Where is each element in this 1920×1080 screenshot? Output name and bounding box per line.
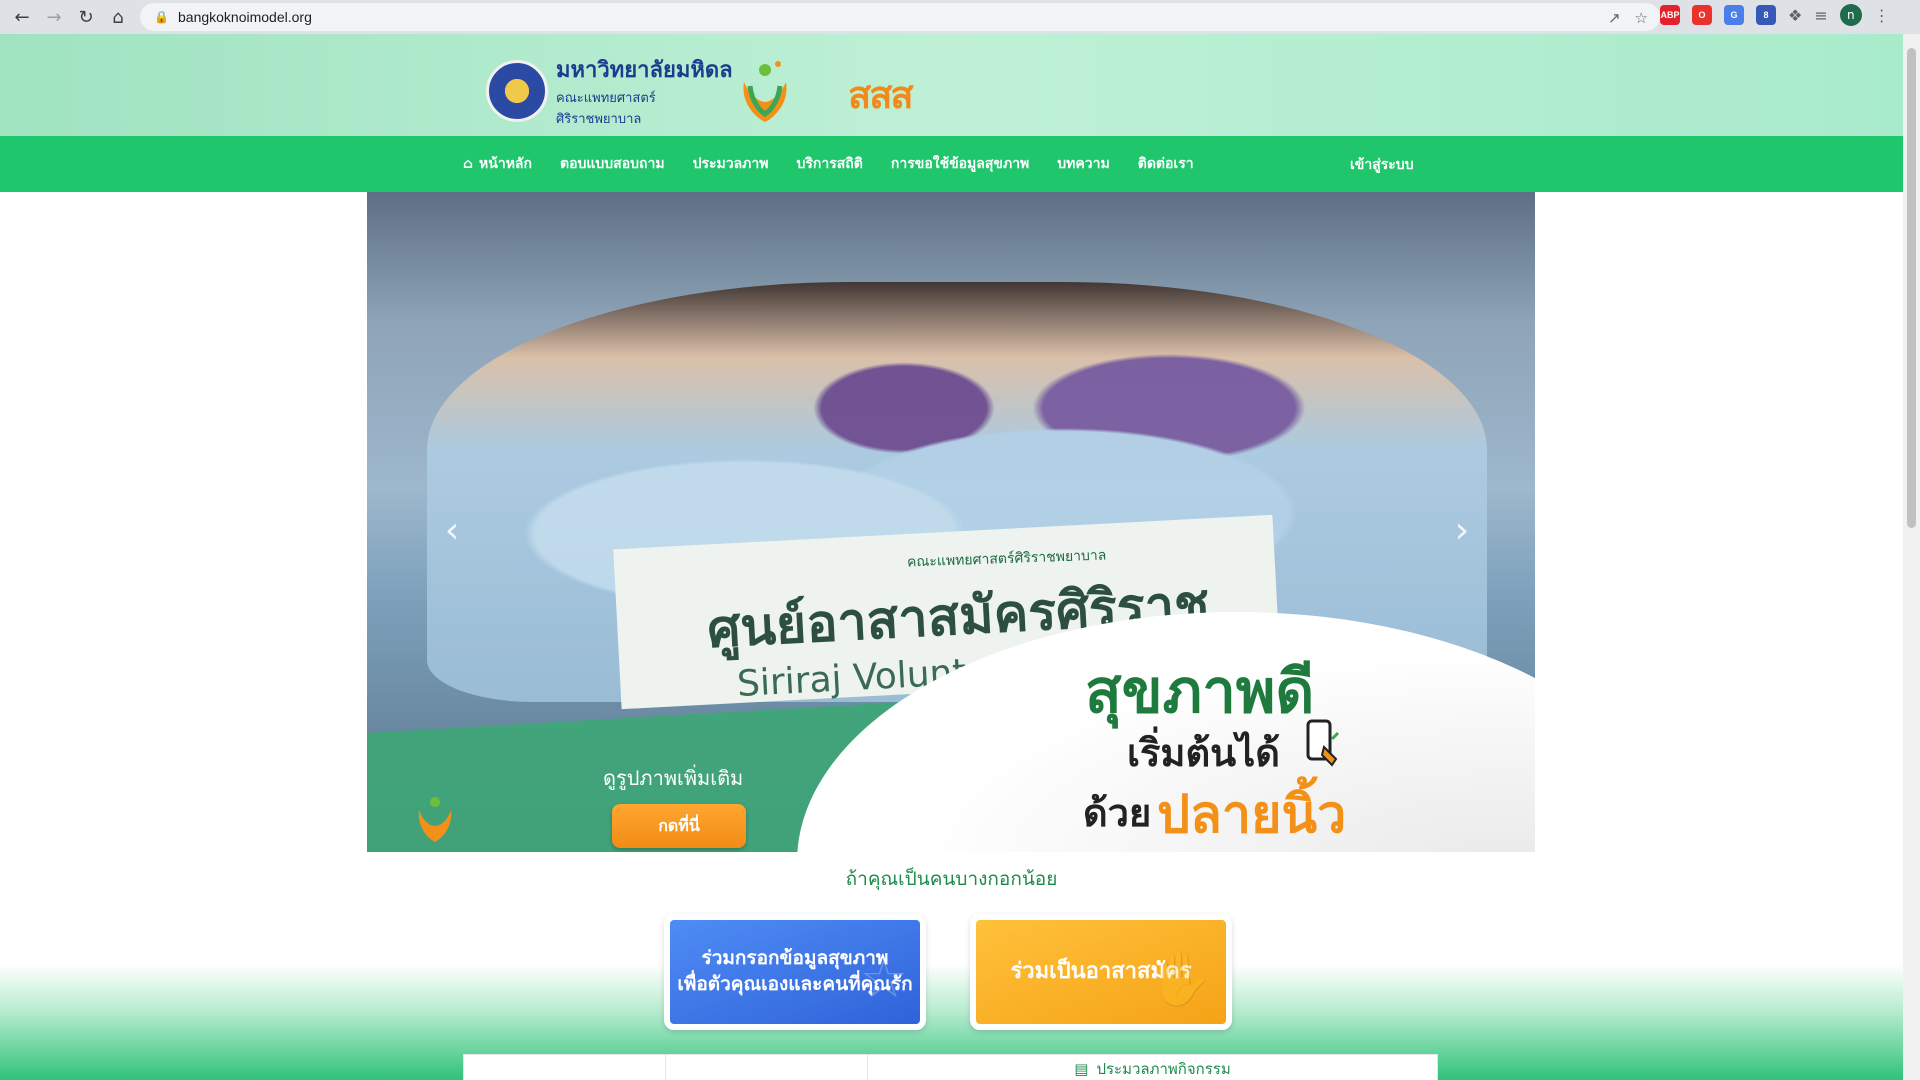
nav-home[interactable]: ⌂ หน้าหลัก	[463, 153, 532, 175]
home-icon[interactable]: ⌂	[102, 2, 134, 32]
phone-tap-icon	[1306, 719, 1340, 767]
login-link[interactable]: เข้าสู่ระบบ	[1350, 154, 1414, 176]
reading-list-icon[interactable]: ≡	[1814, 6, 1827, 25]
activities-title-text: ประมวลภาพกิจกรรม	[1096, 1060, 1231, 1078]
site-header: มหาวิทยาลัยมหิดล คณะแพทยศาสตร์ ศิริราชพย…	[0, 34, 1903, 136]
nav-data-request[interactable]: การขอใช้ข้อมูลสุขภาพ	[891, 153, 1029, 175]
profile-avatar[interactable]: n	[1839, 4, 1862, 26]
more-photos-label: ดูรูปภาพเพิ่มเติม	[603, 766, 744, 790]
back-icon[interactable]: ←	[6, 2, 38, 32]
extensions-area: ABP O G 8 ❖ ≡ n ⋮	[1660, 4, 1890, 26]
url-text: bangkoknoimodel.org	[178, 9, 312, 25]
nav-contact[interactable]: ติดต่อเรา	[1138, 153, 1194, 175]
carousel-next-icon[interactable]: ›	[1447, 510, 1477, 551]
gallery-icon: ▤	[1074, 1060, 1089, 1078]
browser-toolbar: ← → ↻ ⌂ 🔒 bangkoknoimodel.org ↗ ☆ ABP O …	[0, 0, 1920, 34]
home-icon: ⌂	[463, 156, 474, 172]
slogan-line3b: ปลายนิ้ว	[1157, 785, 1347, 845]
slogan-line3a: ด้วย	[1083, 791, 1152, 835]
nav-survey[interactable]: ตอบแบบสอบถาม	[560, 153, 665, 175]
mahidol-seal-icon	[486, 59, 548, 122]
sss-logo[interactable]: สสส	[848, 64, 914, 125]
translate-icon[interactable]: G	[1724, 5, 1744, 25]
puzzle-extensions-icon[interactable]: ❖	[1788, 6, 1802, 25]
bookmark-star-icon[interactable]: ☆	[1635, 9, 1648, 27]
web-page: มหาวิทยาลัยมหิดล คณะแพทยศาสตร์ ศิริราชพย…	[0, 34, 1903, 1080]
fill-health-data-button[interactable]: ร่วมกรอกข้อมูลสุขภาพ เพื่อตัวคุณเองและคน…	[664, 914, 926, 1030]
adblock-plus-icon[interactable]: ABP	[1660, 5, 1680, 25]
carousel-prev-icon[interactable]: ‹	[437, 510, 467, 551]
nav-home-label: หน้าหลัก	[479, 156, 532, 172]
activities-title: ▤ ประมวลภาพกิจกรรม	[868, 1055, 1437, 1080]
bangkoknoi-model-logo-icon[interactable]	[730, 56, 800, 128]
join-volunteer-button[interactable]: ร่วมเป็นอาสาสมัคร ✋	[970, 914, 1232, 1030]
share-icon[interactable]: ↗	[1608, 9, 1621, 27]
nav-statistics[interactable]: บริการสถิติ	[797, 153, 863, 175]
page-scrollbar[interactable]	[1903, 34, 1920, 1080]
mahidol-logo[interactable]: มหาวิทยาลัยมหิดล คณะแพทยศาสตร์ ศิริราชพย…	[486, 52, 733, 129]
faculty-line1: คณะแพทยศาสตร์	[556, 91, 656, 106]
menu-kebab-icon[interactable]: ⋮	[1874, 6, 1890, 25]
nav-articles[interactable]: บทความ	[1057, 153, 1109, 175]
main-navbar: ⌂ หน้าหลัก ตอบแบบสอบถาม ประมวลภาพ บริการ…	[0, 136, 1903, 192]
faculty-line2: ศิริราชพยาบาล	[556, 112, 642, 127]
tagline: ถ้าคุณเป็นคนบางกอกน้อย	[845, 868, 1058, 890]
o-extension-icon[interactable]: O	[1692, 5, 1712, 25]
reload-icon[interactable]: ↻	[70, 2, 102, 32]
star-icon: ☆	[859, 947, 908, 1011]
panel-cell-1	[464, 1055, 666, 1080]
hand-icon: ✋	[1146, 947, 1214, 1011]
nav-gallery[interactable]: ประมวลภาพ	[693, 153, 769, 175]
university-name: มหาวิทยาลัยมหิดล	[556, 58, 733, 83]
bangkoknoi-small-logo-icon	[418, 797, 452, 842]
more-photos-button[interactable]: กดที่นี่	[612, 804, 746, 848]
panel-cell-2	[666, 1055, 868, 1080]
forward-icon[interactable]: →	[38, 2, 70, 32]
hero-carousel: คณะแพทยศาสตร์ศิริราชพยาบาล ศูนย์อาสาสมัค…	[367, 192, 1535, 852]
lock-icon: 🔒	[154, 10, 169, 24]
scrollbar-thumb[interactable]	[1907, 48, 1916, 528]
address-bar[interactable]: 🔒 bangkoknoimodel.org ↗ ☆	[140, 3, 1660, 31]
shield-extension-icon[interactable]: 8	[1756, 5, 1776, 25]
activities-panel: ▤ ประมวลภาพกิจกรรม	[463, 1054, 1438, 1080]
